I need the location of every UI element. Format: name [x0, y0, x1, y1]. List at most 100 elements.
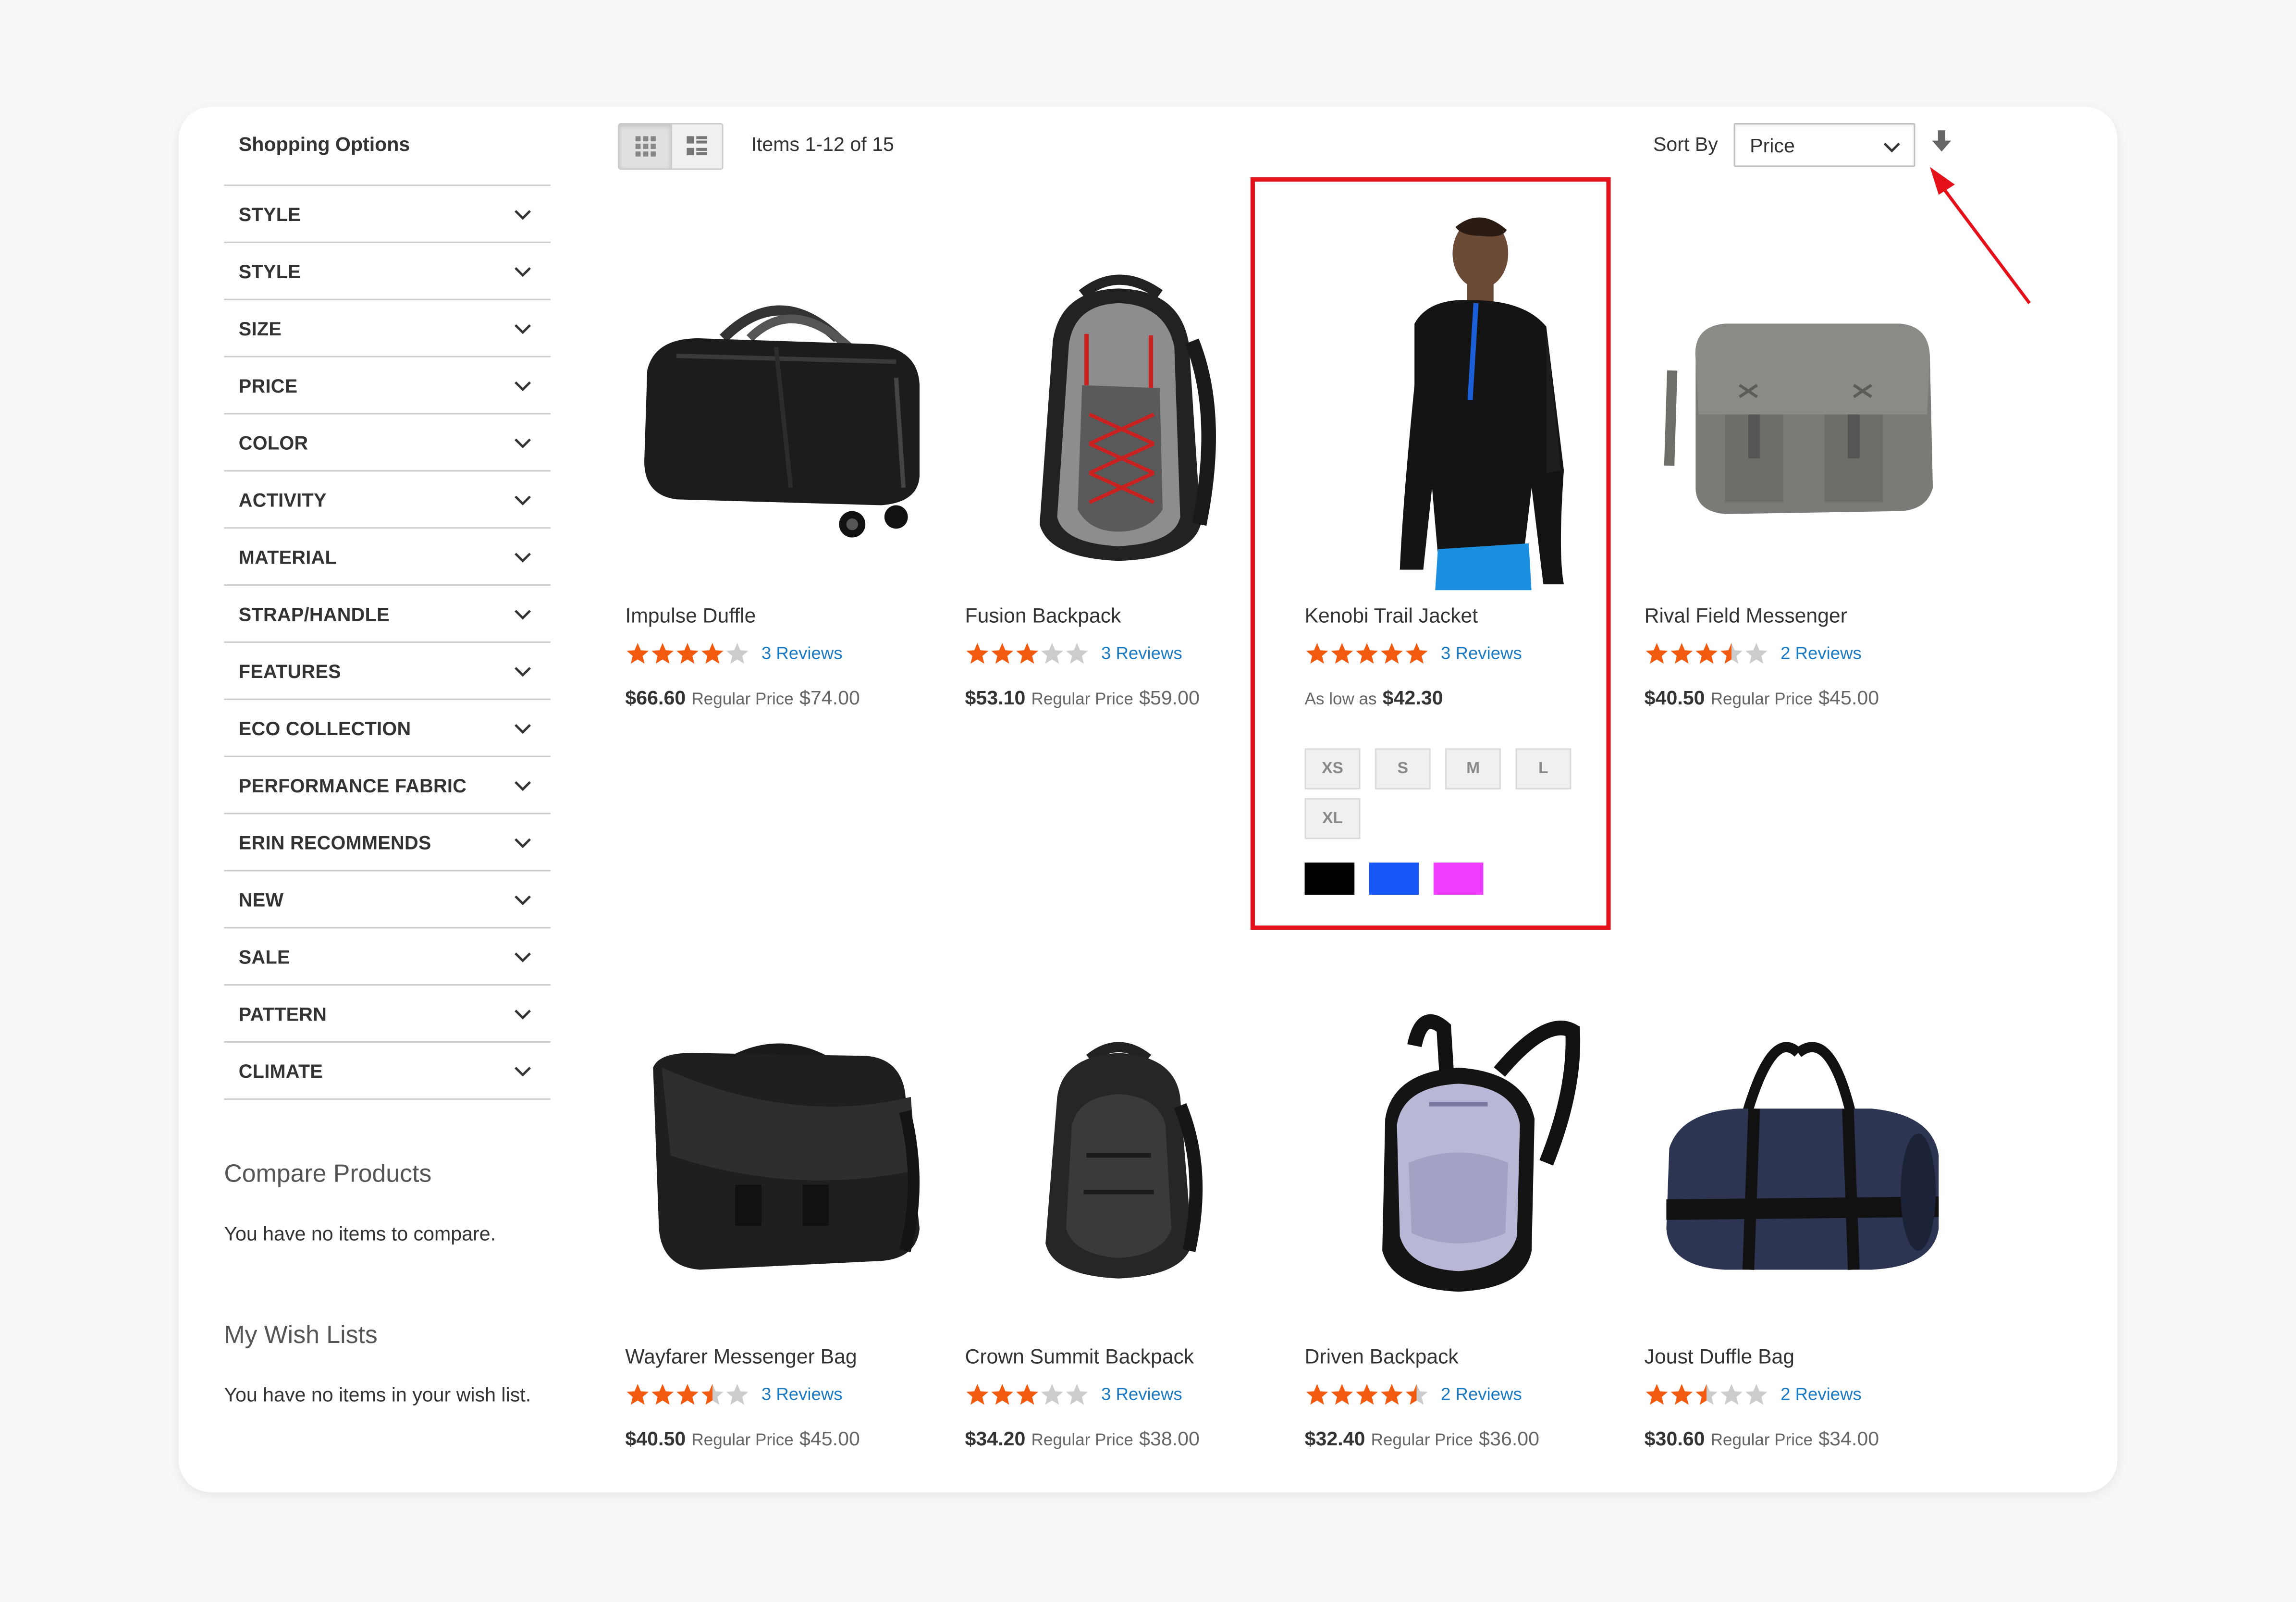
shopping-options-title: Shopping Options [238, 133, 410, 156]
chevron-down-icon [515, 495, 531, 505]
size-option-l[interactable]: L [1515, 748, 1572, 789]
product-name[interactable]: Crown Summit Backpack [965, 1344, 1194, 1368]
rating-stars [1645, 1382, 1769, 1406]
filter-features[interactable]: FEATURES [224, 643, 551, 700]
backpack-image[interactable] [965, 980, 1273, 1331]
star-icon [1331, 642, 1353, 664]
filter-eco-collection[interactable]: ECO COLLECTION [224, 700, 551, 757]
list-view-button[interactable] [670, 124, 722, 169]
messenger-bag-image[interactable] [625, 980, 933, 1331]
filter-sale[interactable]: SALE [224, 928, 551, 986]
compare-products-heading: Compare Products [224, 1159, 432, 1188]
reviews-link[interactable]: 3 Reviews [1101, 643, 1182, 664]
reviews-link[interactable]: 3 Reviews [1101, 1384, 1182, 1405]
regular-price: $45.00 [799, 1428, 860, 1450]
filter-color[interactable]: COLOR [224, 415, 551, 472]
star-icon [1720, 642, 1743, 664]
filter-label: PERFORMANCE FABRIC [238, 774, 467, 796]
reviews-link[interactable]: 3 Reviews [1441, 643, 1522, 664]
rating-stars [965, 641, 1090, 665]
product-name[interactable]: Joust Duffle Bag [1645, 1344, 1794, 1368]
rating-stars [1305, 641, 1429, 665]
product-name[interactable]: Wayfarer Messenger Bag [625, 1344, 857, 1368]
grid-view-button[interactable] [619, 124, 671, 169]
regular-price: $34.00 [1818, 1428, 1879, 1450]
filter-climate[interactable]: CLIMATE [224, 1043, 551, 1100]
grid-icon [635, 136, 655, 157]
product-rating: 3 Reviews [625, 641, 843, 665]
filter-label: ECO COLLECTION [238, 716, 411, 739]
filter-performance-fabric[interactable]: PERFORMANCE FABRIC [224, 757, 551, 814]
filter-new[interactable]: NEW [224, 871, 551, 929]
messenger-bag-image[interactable] [1645, 239, 1952, 590]
rating-stars [625, 641, 749, 665]
price-box: $53.10 Regular Price $59.00 [965, 687, 1200, 709]
filter-erin-recommends[interactable]: ERIN RECOMMENDS [224, 814, 551, 872]
view-mode-switcher [618, 123, 724, 170]
product-rating: 3 Reviews [625, 1382, 843, 1406]
reviews-link[interactable]: 2 Reviews [1441, 1384, 1522, 1405]
filter-pattern[interactable]: PATTERN [224, 986, 551, 1043]
star-icon [1645, 642, 1668, 664]
star-icon [1745, 642, 1768, 664]
reviews-link[interactable]: 3 Reviews [761, 1384, 843, 1405]
size-option-m[interactable]: M [1445, 748, 1501, 789]
product-name[interactable]: Impulse Duffle [625, 604, 756, 627]
filter-activity[interactable]: ACTIVITY [224, 471, 551, 529]
star-icon [626, 1384, 649, 1405]
chevron-down-icon [515, 724, 531, 734]
filter-label: SIZE [238, 317, 282, 339]
color-swatch-blue[interactable] [1369, 863, 1419, 895]
filter-strap-handle[interactable]: STRAP/HANDLE [224, 586, 551, 643]
chevron-down-icon [515, 781, 531, 791]
filter-label: PATTERN [238, 1002, 327, 1024]
duffle-bag-image[interactable] [1645, 980, 1952, 1331]
regular-price-label: Regular Price [1710, 1432, 1813, 1450]
star-icon [991, 642, 1014, 664]
special-price: $32.40 [1304, 1428, 1365, 1450]
reviews-link[interactable]: 2 Reviews [1780, 643, 1862, 664]
size-option-xl[interactable]: XL [1304, 798, 1361, 839]
product-name[interactable]: Rival Field Messenger [1645, 604, 1847, 627]
filter-label: SALE [238, 945, 290, 968]
chevron-down-icon [515, 838, 531, 849]
sort-by-label: Sort By [1653, 133, 1718, 156]
duffle-bag-image[interactable] [625, 239, 933, 590]
regular-price-label: Regular Price [691, 1432, 794, 1450]
size-option-s[interactable]: S [1375, 748, 1431, 789]
filter-label: NEW [238, 888, 284, 911]
size-option-xs[interactable]: XS [1304, 748, 1361, 789]
filter-label: CLIMATE [238, 1060, 323, 1082]
product-name[interactable]: Driven Backpack [1305, 1344, 1459, 1368]
star-icon [1745, 1384, 1768, 1405]
filter-material[interactable]: MATERIAL [224, 529, 551, 586]
filter-style[interactable]: STYLE [224, 186, 551, 243]
reviews-link[interactable]: 3 Reviews [761, 643, 843, 664]
chevron-down-icon [1883, 142, 1900, 153]
rating-stars [1645, 641, 1769, 665]
filter-size[interactable]: SIZE [224, 300, 551, 357]
star-icon [626, 642, 649, 664]
reviews-link[interactable]: 2 Reviews [1780, 1384, 1862, 1405]
sort-by-select[interactable]: Price [1733, 123, 1915, 167]
regular-price-label: Regular Price [1031, 691, 1133, 709]
color-swatch-black[interactable] [1304, 863, 1355, 895]
filter-style-2[interactable]: STYLE [224, 243, 551, 300]
star-icon [1695, 1384, 1718, 1405]
backpack-image[interactable] [965, 239, 1273, 590]
star-icon [966, 1384, 989, 1405]
star-icon [1306, 642, 1328, 664]
star-icon [1381, 1384, 1403, 1405]
star-icon [701, 642, 724, 664]
filter-label: STRAP/HANDLE [238, 603, 390, 625]
backpack-image[interactable] [1305, 980, 1612, 1331]
color-swatch-purple[interactable] [1433, 863, 1484, 895]
star-icon [1695, 642, 1718, 664]
price-box: $40.50 Regular Price $45.00 [625, 1428, 859, 1450]
product-name[interactable]: Fusion Backpack [965, 604, 1121, 627]
product-name[interactable]: Kenobi Trail Jacket [1305, 604, 1478, 627]
sort-by-value: Price [1750, 134, 1795, 156]
compare-products-empty-text: You have no items to compare. [224, 1222, 496, 1245]
jacket-model-image[interactable] [1305, 209, 1612, 591]
filter-price[interactable]: PRICE [224, 357, 551, 415]
